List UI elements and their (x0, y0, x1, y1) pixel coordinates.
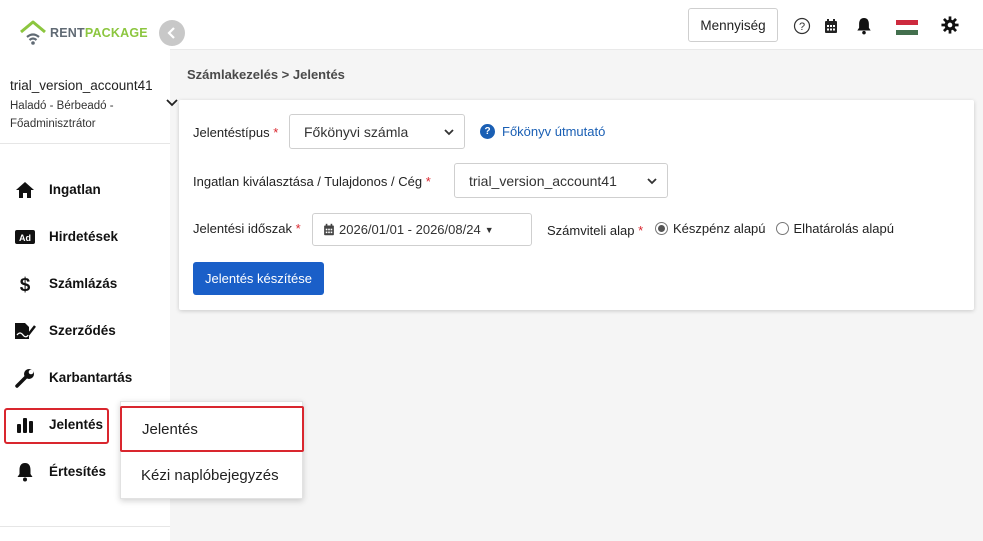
sidebar-item-label: Ingatlan (49, 182, 101, 197)
sidebar-item-label: Karbantartás (49, 370, 133, 385)
sidebar-item-szamlazas[interactable]: $ Számlázás (0, 260, 170, 307)
accrual-basis-radio[interactable] (775, 222, 789, 235)
guide-link-text: Főkönyv útmutató (502, 124, 606, 139)
gear-icon[interactable] (941, 15, 959, 35)
caret-down-icon: ▼ (484, 224, 494, 235)
chevron-left-icon (167, 27, 175, 39)
wrench-icon (14, 368, 36, 388)
submenu-item-manual-journal[interactable]: Kézi naplóbejegyzés (121, 452, 304, 498)
sidebar-item-label: Értesítés (49, 464, 107, 479)
home-icon (14, 180, 36, 200)
sidebar-collapse-button[interactable] (159, 20, 185, 46)
property-select[interactable]: trial_version_account41 (454, 163, 668, 198)
contract-icon (14, 321, 36, 341)
accrual-basis-label[interactable]: Elhatárolás alapú (794, 221, 894, 236)
cash-basis-label[interactable]: Készpénz alapú (673, 221, 766, 236)
submenu-item-jelentes[interactable]: Jelentés (120, 406, 304, 452)
sidebar-item-label: Jelentés (49, 417, 104, 432)
cash-basis-radio[interactable] (655, 222, 668, 235)
quantity-button[interactable]: Mennyiség (688, 8, 778, 42)
sidebar-item-label: Számlázás (49, 276, 118, 291)
generate-report-button[interactable]: Jelentés készítése (193, 262, 324, 295)
dollar-icon: $ (14, 274, 36, 294)
svg-text:$: $ (20, 275, 31, 294)
breadcrumb: Számlakezelés > Jelentés (187, 67, 345, 82)
property-value: trial_version_account41 (469, 172, 617, 189)
report-submenu: Jelentés Kézi naplóbejegyzés (120, 401, 304, 499)
sidebar-item-karbantartas[interactable]: Karbantartás (0, 354, 170, 401)
bell-icon (14, 462, 36, 482)
calendar-icon[interactable] (824, 16, 838, 36)
ad-icon: Ad (14, 227, 36, 247)
logo[interactable]: RENTPACKAGE (18, 18, 148, 48)
period-date-range-picker[interactable]: 2026/01/01 - 2026/08/24 ▼ (312, 213, 532, 246)
divider (0, 143, 170, 144)
logo-text: RENTPACKAGE (50, 26, 148, 40)
accounting-basis-label: Számviteli alap * (547, 223, 644, 238)
top-bar: Mennyiség ? (170, 0, 983, 50)
svg-text:Ad: Ad (19, 233, 31, 243)
report-type-select[interactable]: Főkönyvi számla (289, 114, 465, 149)
svg-text:?: ? (799, 21, 805, 33)
logo-house-icon (20, 20, 46, 45)
account-switcher[interactable]: trial_version_account41 Haladó - Bérbead… (10, 78, 178, 133)
sidebar-item-label: Hirdetések (49, 229, 119, 244)
sidebar-item-ingatlan[interactable]: Ingatlan (0, 166, 170, 213)
help-circle-icon: ? (480, 124, 495, 139)
chevron-down-icon (647, 178, 657, 185)
ledger-guide-link[interactable]: ? Főkönyv útmutató (480, 124, 605, 139)
account-role: Haladó - Bérbeadó - Főadminisztrátor (10, 100, 114, 130)
chevron-down-icon (444, 129, 454, 136)
property-label: Ingatlan kiválasztása / Tulajdonos / Cég… (193, 174, 431, 189)
notification-bell-icon[interactable] (856, 16, 872, 36)
calendar-icon (324, 223, 334, 236)
period-label: Jelentési időszak * (193, 221, 301, 236)
report-type-value: Főkönyvi számla (304, 123, 409, 140)
sidebar-item-hirdetesek[interactable]: Ad Hirdetések (0, 213, 170, 260)
sidebar-item-label: Szerződés (49, 323, 116, 338)
period-value: 2026/01/01 - 2026/08/24 (339, 222, 481, 237)
bar-chart-icon (14, 415, 36, 435)
accounting-basis-radio-group: Készpénz alapú Elhatárolás alapú (655, 221, 894, 236)
report-form-card: Jelentéstípus * Főkönyvi számla ? Főköny… (179, 100, 974, 310)
sidebar-item-szerzodes[interactable]: Szerződés (0, 307, 170, 354)
chevron-down-icon[interactable] (166, 98, 178, 110)
divider (0, 526, 170, 527)
help-icon[interactable]: ? (793, 16, 811, 36)
hungarian-flag-icon[interactable] (896, 17, 918, 37)
account-name: trial_version_account41 (10, 78, 153, 93)
report-type-label: Jelentéstípus * (193, 125, 279, 140)
